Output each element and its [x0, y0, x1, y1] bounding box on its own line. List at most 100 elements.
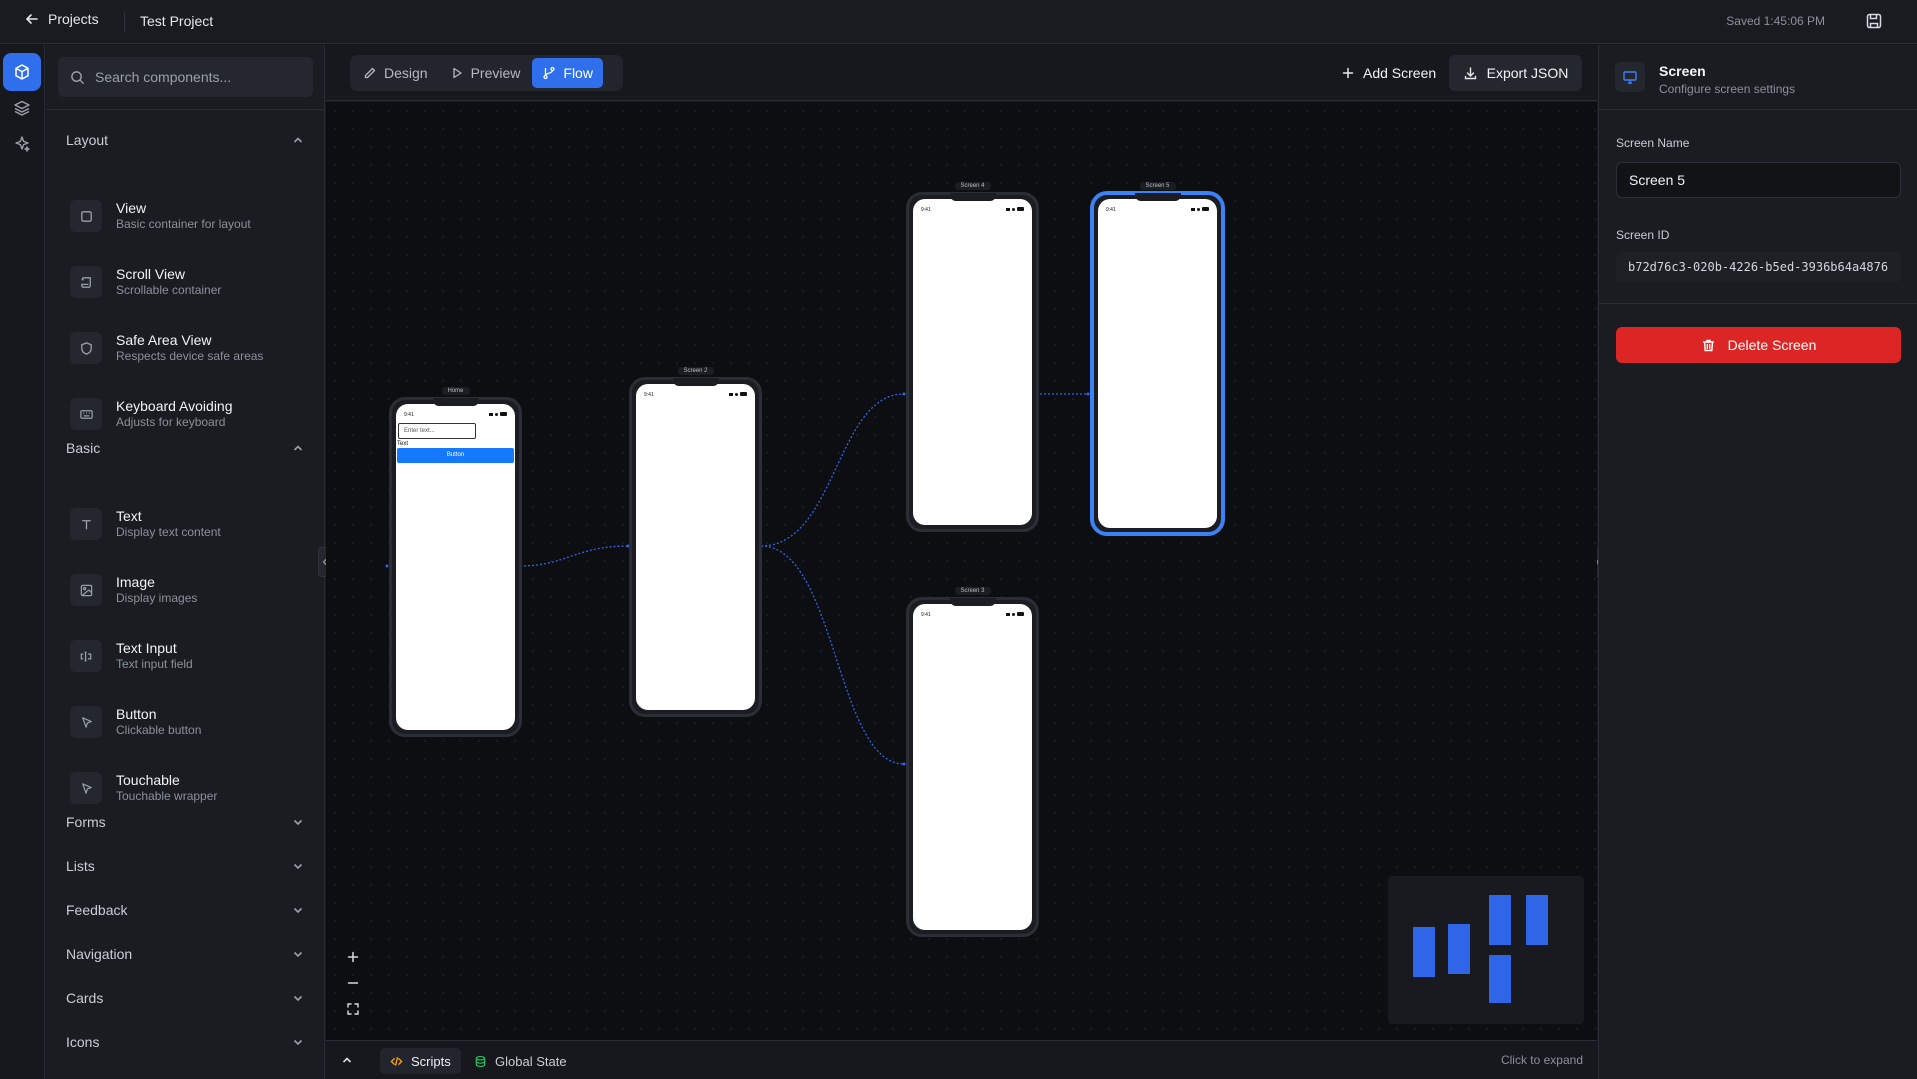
tab-global-state[interactable]: Global State: [464, 1048, 577, 1074]
phone-notch: [1134, 193, 1181, 201]
tab-label: Global State: [495, 1053, 567, 1069]
pencil-icon: [364, 67, 376, 79]
icon-rail: [0, 45, 45, 1079]
component-desc: Display text content: [116, 525, 221, 539]
screen-node-label: Screen 5: [1139, 182, 1176, 190]
back-to-projects-link[interactable]: Projects: [24, 11, 99, 27]
minimap-node: [1489, 895, 1511, 945]
phone-screen: 9:41: [913, 199, 1032, 525]
zoom-in-button[interactable]: [342, 946, 364, 968]
keyboard-icon: [70, 398, 102, 430]
component-sidebar: Layout ViewBasic container for layout Sc…: [46, 45, 325, 1079]
mode-switcher: Design Preview Flow: [350, 55, 623, 91]
component-desc: Clickable button: [116, 723, 202, 737]
screen-node-screen-3[interactable]: Screen 3 9:41: [906, 587, 1039, 937]
mode-label: Preview: [470, 65, 521, 81]
status-time: 9:41: [1106, 207, 1116, 213]
section-label: Feedback: [66, 902, 128, 918]
component-desc: Basic container for layout: [116, 217, 251, 231]
minimap[interactable]: [1388, 876, 1584, 1024]
add-screen-button[interactable]: Add Screen: [1327, 55, 1450, 91]
screen-node-label: Home: [441, 387, 470, 395]
screen-id-value: b72d76c3-020b-4226-b5ed-3936b64a4876: [1616, 252, 1901, 282]
chevron-up-icon: [293, 137, 303, 143]
component-name: Scroll View: [116, 266, 185, 282]
chevron-down-icon: [293, 1039, 303, 1046]
component-safe-area-view[interactable]: Safe Area View Respects device safe areas: [70, 324, 310, 372]
plus-icon: [1342, 67, 1354, 79]
screen-node-screen-5[interactable]: Screen 5 9:41: [1091, 182, 1224, 535]
component-name: View: [116, 200, 147, 216]
box-icon: [15, 64, 29, 80]
component-name: Button: [116, 706, 157, 722]
mode-label: Flow: [563, 65, 593, 81]
search-box[interactable]: [58, 57, 313, 97]
mode-toolbar: Design Preview Flow Add Screen Export JS…: [326, 45, 1597, 101]
phone-screen: 9:41: [636, 384, 755, 710]
component-view[interactable]: View Basic container for layout: [70, 192, 310, 240]
section-basic[interactable]: Basic: [66, 436, 311, 460]
mode-flow-button[interactable]: Flow: [532, 58, 603, 88]
layers-tab[interactable]: [3, 89, 41, 127]
section-cards[interactable]: Cards: [66, 986, 311, 1010]
section-feedback[interactable]: Feedback: [66, 898, 311, 922]
screen-name-label: Screen Name: [1616, 136, 1690, 150]
save-icon[interactable]: [1865, 12, 1883, 30]
component-button[interactable]: Button Clickable button: [70, 698, 310, 746]
flow-canvas[interactable]: Home 9:41 Enter text... Text Button Scre…: [326, 102, 1597, 1040]
search-input[interactable]: [95, 69, 295, 85]
edge-handle: [1086, 392, 1090, 396]
code-icon: [390, 1056, 403, 1066]
edge-screen2-to-screen3: [760, 545, 905, 765]
screen-name-input[interactable]: [1616, 162, 1901, 198]
screen-node-home[interactable]: Home 9:41 Enter text... Text Button: [389, 387, 522, 737]
section-label: Forms: [66, 814, 106, 830]
component-touchable[interactable]: Touchable Touchable wrapper: [70, 764, 310, 812]
section-layout[interactable]: Layout: [66, 128, 311, 152]
mode-label: Design: [384, 65, 428, 81]
section-icons[interactable]: Icons: [66, 1030, 311, 1054]
status-icons: [1006, 207, 1024, 211]
component-image[interactable]: Image Display images: [70, 566, 310, 614]
screen-node-label: Screen 3: [954, 587, 991, 595]
mode-design-button[interactable]: Design: [353, 58, 438, 88]
ai-tab[interactable]: [3, 125, 41, 163]
image-icon: [70, 574, 102, 606]
section-navigation[interactable]: Navigation: [66, 942, 311, 966]
preview-text: Text: [397, 441, 409, 447]
components-tab[interactable]: [3, 53, 41, 91]
download-icon: [1464, 66, 1476, 79]
chevron-up-icon[interactable]: [340, 1053, 354, 1067]
component-desc: Scrollable container: [116, 283, 222, 297]
component-desc: Adjusts for keyboard: [116, 415, 226, 429]
export-json-button[interactable]: Export JSON: [1449, 55, 1582, 91]
zoom-out-button[interactable]: [342, 972, 364, 994]
section-label: Basic: [66, 440, 101, 456]
component-name: Keyboard Avoiding: [116, 398, 233, 414]
status-icons: [489, 412, 507, 416]
delete-screen-button[interactable]: Delete Screen: [1616, 327, 1901, 363]
project-title: Test Project: [140, 13, 214, 29]
screen-node-label: Screen 2: [677, 367, 714, 375]
component-scroll-view[interactable]: Scroll View Scrollable container: [70, 258, 310, 306]
section-lists[interactable]: Lists: [66, 854, 311, 878]
tab-scripts[interactable]: Scripts: [380, 1048, 461, 1074]
component-name: Touchable: [116, 772, 180, 788]
component-desc: Respects device safe areas: [116, 349, 264, 363]
component-keyboard-avoiding[interactable]: Keyboard Avoiding Adjusts for keyboard: [70, 390, 310, 438]
screen-node-screen-2[interactable]: Screen 2 9:41: [629, 367, 762, 717]
panel-title: Screen: [1659, 63, 1706, 79]
expand-hint[interactable]: Click to expand: [1501, 1053, 1583, 1067]
minimap-node: [1489, 955, 1511, 1003]
section-forms[interactable]: Forms: [66, 810, 311, 834]
fit-view-button[interactable]: [342, 998, 364, 1020]
square-icon: [70, 200, 102, 232]
trash-icon: [1702, 339, 1714, 351]
saved-status: Saved 1:45:06 PM: [1726, 14, 1825, 28]
layers-icon: [14, 100, 30, 116]
mode-preview-button[interactable]: Preview: [440, 58, 531, 88]
status-time: 9:41: [921, 612, 931, 618]
component-text-input[interactable]: Text Input Text input field: [70, 632, 310, 680]
component-text[interactable]: Text Display text content: [70, 500, 310, 548]
screen-node-screen-4[interactable]: Screen 4 9:41: [906, 182, 1039, 532]
